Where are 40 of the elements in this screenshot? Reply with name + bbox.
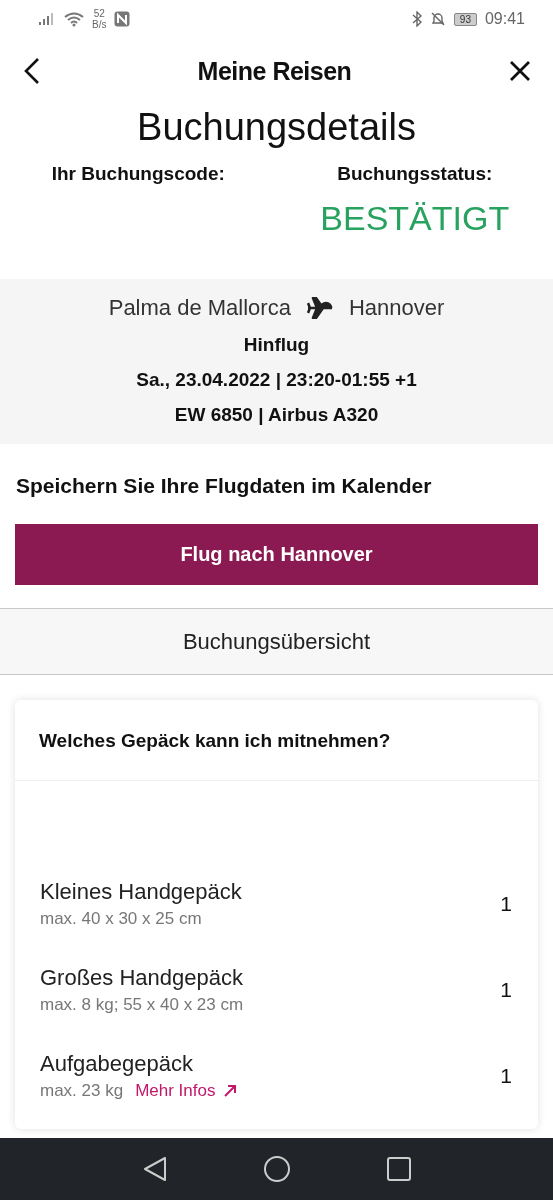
calendar-button[interactable]: Flug nach Hannover (15, 524, 538, 585)
muted-bell-icon (429, 11, 446, 27)
clock-time: 09:41 (484, 10, 525, 28)
nfc-icon (114, 11, 131, 27)
baggage-limit: max. 40 x 30 x 25 cm (40, 909, 202, 929)
external-arrow-icon (223, 1084, 238, 1098)
baggage-count: 1 (500, 978, 512, 1002)
wifi-icon (64, 11, 84, 27)
origin-city: Palma de Mallorca (108, 295, 291, 321)
flight-direction: Hinflug (243, 334, 310, 356)
speed-unit: B/s (92, 19, 107, 30)
baggage-count: 1 (500, 892, 512, 916)
speed-value: 52 (93, 8, 105, 19)
baggage-title: Welches Gepäck kann ich mitnehmen? (15, 700, 538, 781)
bluetooth-icon (411, 11, 422, 27)
baggage-limit: max. 23 kg (40, 1081, 124, 1101)
recents-icon[interactable] (386, 1157, 411, 1181)
home-icon[interactable] (262, 1155, 291, 1183)
close-button[interactable] (509, 60, 531, 82)
battery-level: 93 (453, 12, 477, 26)
baggage-name: Aufgabegepäck (40, 1051, 194, 1077)
baggage-name: Kleines Handgepäck (40, 879, 242, 905)
signal-icon (38, 12, 56, 26)
booking-code-label: Ihr Buchungscode: (51, 163, 225, 185)
back-button[interactable] (24, 58, 40, 84)
booking-status-label: Buchungsstatus: (337, 163, 493, 185)
flight-date-time: Sa., 23.04.2022 | 23:20-01:55 +1 (136, 369, 417, 391)
destination-city: Hannover (348, 295, 445, 321)
more-info-link[interactable]: Mehr Infos (135, 1081, 216, 1101)
airplane-icon (306, 297, 333, 319)
booking-status: BESTÄTIGT (320, 199, 510, 238)
header-title: Meine Reisen (197, 56, 352, 86)
baggage-name: Großes Handgepäck (40, 965, 244, 991)
baggage-count: 1 (500, 1064, 512, 1088)
flight-number: EW 6850 | Airbus A320 (174, 404, 379, 426)
page-title: Buchungsdetails (136, 106, 417, 149)
calendar-prompt: Speichern Sie Ihre Flugdaten im Kalender (15, 473, 433, 498)
baggage-limit: max. 8 kg; 55 x 40 x 23 cm (40, 995, 244, 1015)
summary-tab[interactable]: Buchungsübersicht (0, 608, 553, 675)
back-icon[interactable] (142, 1156, 167, 1182)
